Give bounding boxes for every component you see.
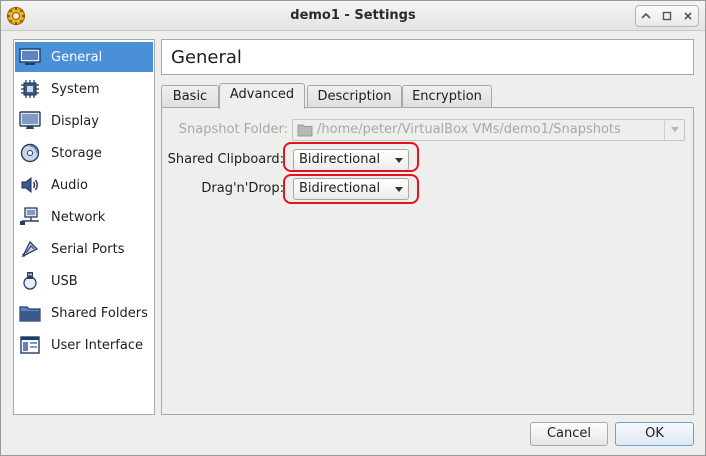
sidebar-item-display[interactable]: Display — [15, 106, 153, 136]
page-title: General — [171, 47, 242, 68]
sidebar-item-label: Network — [51, 209, 106, 225]
ui-window-icon — [19, 334, 41, 356]
display-icon — [19, 110, 41, 132]
folder-icon — [297, 123, 313, 141]
chevron-down-icon — [664, 120, 684, 140]
window-title: demo1 - Settings — [290, 8, 416, 23]
usb-icon — [19, 270, 41, 292]
cancel-button[interactable]: Cancel — [530, 422, 608, 446]
sidebar-item-user-interface[interactable]: User Interface — [15, 330, 153, 360]
page-header: General — [161, 39, 694, 75]
tab-description[interactable]: Description — [307, 85, 402, 108]
sidebar-item-shared-folders[interactable]: Shared Folders — [15, 298, 153, 328]
sidebar-item-label: General — [51, 49, 103, 65]
sidebar-item-usb[interactable]: USB — [15, 266, 153, 296]
speaker-icon — [19, 174, 41, 196]
shade-icon[interactable] — [639, 9, 653, 23]
drag-n-drop-label: Drag'n'Drop: — [201, 181, 284, 196]
chip-icon — [19, 78, 41, 100]
snapshot-folder-field: /home/peter/VirtualBox VMs/demo1/Snapsho… — [292, 119, 685, 141]
sidebar-item-label: Serial Ports — [51, 241, 125, 257]
sidebar-item-label: USB — [51, 273, 78, 289]
sidebar-item-system[interactable]: System — [15, 74, 153, 104]
window-controls — [635, 5, 699, 27]
maximize-icon[interactable] — [660, 9, 674, 23]
sidebar-item-storage[interactable]: Storage — [15, 138, 153, 168]
monitor-icon — [19, 46, 41, 68]
serial-port-icon — [19, 238, 41, 260]
network-icon — [19, 206, 41, 228]
disk-icon — [19, 142, 41, 164]
highlight-ring — [283, 174, 419, 204]
settings-window: demo1 - Settings General System Display … — [0, 0, 706, 456]
sidebar-item-serial-ports[interactable]: Serial Ports — [15, 234, 153, 264]
sidebar-item-label: System — [51, 81, 100, 97]
sidebar-item-label: User Interface — [51, 337, 143, 353]
tab-basic[interactable]: Basic — [161, 85, 219, 108]
sidebar-item-label: Storage — [51, 145, 102, 161]
ok-button[interactable]: OK — [615, 422, 694, 446]
settings-sidebar: General System Display Storage Audio Net… — [13, 39, 155, 415]
sidebar-item-label: Audio — [51, 177, 88, 193]
snapshot-folder-label: Snapshot Folder: — [178, 122, 288, 137]
title-bar[interactable]: demo1 - Settings — [1, 1, 705, 31]
tab-advanced[interactable]: Advanced — [219, 83, 305, 109]
snapshot-folder-path: /home/peter/VirtualBox VMs/demo1/Snapsho… — [317, 122, 621, 137]
highlight-ring — [283, 142, 419, 172]
sidebar-item-label: Shared Folders — [51, 305, 148, 321]
advanced-tab-panel: Snapshot Folder: /home/peter/VirtualBox … — [161, 107, 694, 415]
close-icon[interactable] — [681, 9, 695, 23]
sidebar-item-label: Display — [51, 113, 99, 129]
sidebar-item-audio[interactable]: Audio — [15, 170, 153, 200]
shared-clipboard-label: Shared Clipboard: — [167, 152, 284, 167]
sidebar-item-network[interactable]: Network — [15, 202, 153, 232]
tab-encryption[interactable]: Encryption — [402, 85, 492, 108]
sidebar-item-general[interactable]: General — [15, 42, 153, 72]
folder-icon — [19, 302, 41, 324]
